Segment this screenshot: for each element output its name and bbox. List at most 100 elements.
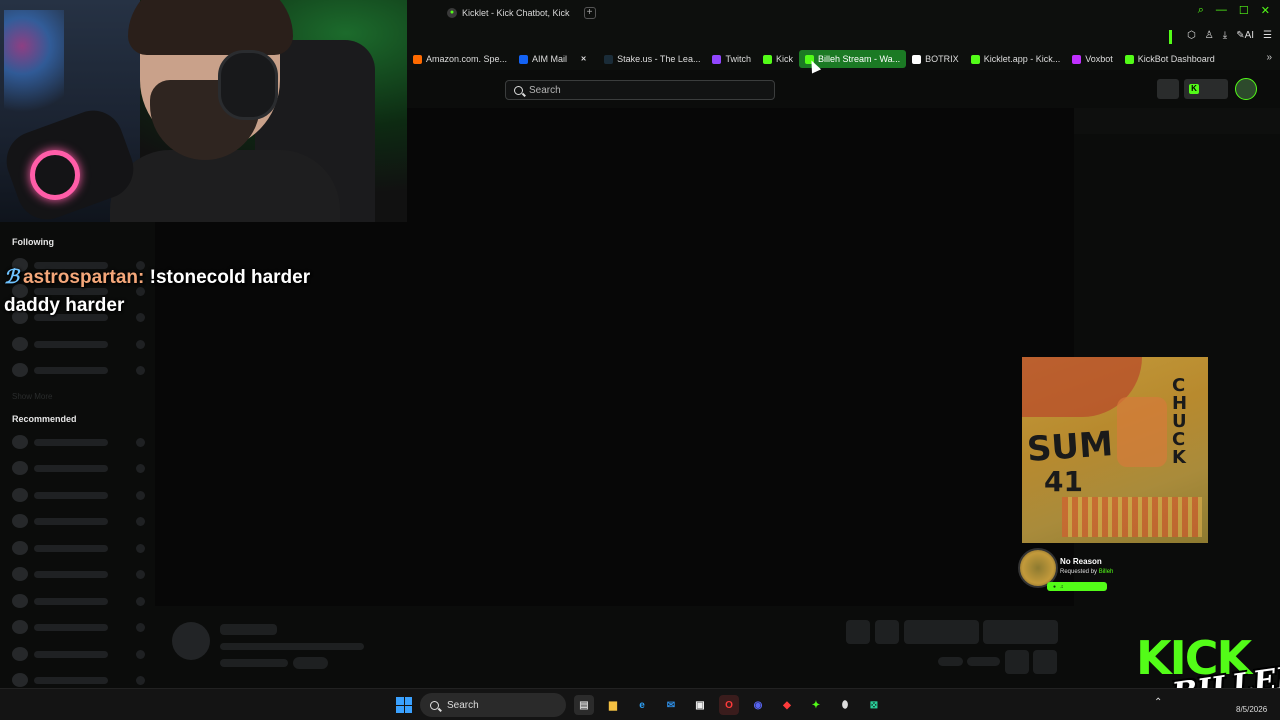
bookmark-label: Voxbot <box>1085 54 1113 64</box>
header-button[interactable] <box>1157 79 1179 99</box>
mouse-app-icon[interactable]: ⬮ <box>835 695 855 715</box>
kick-icon[interactable]: ✦ <box>806 695 826 715</box>
close-button[interactable]: ✕ <box>1261 4 1270 17</box>
headset <box>218 50 278 120</box>
discord-icon[interactable]: ◉ <box>748 695 768 715</box>
kick-header: Search K <box>407 70 1280 108</box>
bookmark-label: BOTRIX <box>925 54 959 64</box>
streamer-avatar[interactable] <box>172 622 210 660</box>
sidebar-channel-skeleton[interactable] <box>12 594 147 608</box>
file-explorer-icon[interactable]: ▆ <box>603 695 623 715</box>
chat-badge: ℬ <box>4 267 19 288</box>
search-icon <box>514 85 523 95</box>
browser-tab[interactable]: ● Kicklet - Kick Chatbot, Kick <box>437 0 580 25</box>
sidebar-channel-skeleton[interactable] <box>12 620 147 634</box>
bookmark-label: Kicklet.app - Kick... <box>983 54 1061 64</box>
edge-icon[interactable]: e <box>632 695 652 715</box>
extensions-icon[interactable]: ⬡ <box>1187 30 1196 41</box>
following-heading: Following <box>12 237 54 247</box>
play-icon: ● <box>1053 583 1057 590</box>
minimize-button[interactable]: — <box>1216 4 1227 17</box>
maximize-button[interactable]: ☐ <box>1239 4 1249 17</box>
bookmark-item[interactable]: Kick <box>757 50 799 68</box>
bookmark-item[interactable]: Amazon.com. Spe... <box>407 50 513 68</box>
twitch-icon <box>712 54 722 64</box>
stream-info <box>155 606 1074 688</box>
bookmark-label: Kick <box>775 54 793 64</box>
progress-bar: ● ♫ <box>1047 582 1107 591</box>
browser-titlebar: ● Kicklet - Kick Chatbot, Kick + ⌕ — ☐ ✕ <box>407 0 1280 25</box>
tray-chevron-icon[interactable]: ⌃ <box>1154 697 1162 708</box>
taskbar-search[interactable]: Search <box>420 693 566 717</box>
amazon-icon <box>413 54 422 64</box>
bookmark-label: KickBot Dashboard <box>1137 54 1215 64</box>
sidebar-channel-skeleton[interactable] <box>12 567 147 581</box>
title-skeleton <box>220 643 364 650</box>
sidebar-channel-skeleton[interactable] <box>12 363 147 377</box>
aim-icon <box>519 54 529 64</box>
task-view-icon[interactable]: ▤ <box>574 695 594 715</box>
bookmark-item[interactable]: KickBot Dashboard <box>1119 50 1221 68</box>
bookmark-label: Amazon.com. Spe... <box>426 54 508 64</box>
sidebar-channel-skeleton[interactable] <box>12 337 147 351</box>
kicklet-icon <box>970 54 980 64</box>
new-tab-button[interactable]: + <box>583 6 596 19</box>
bookmark-item[interactable]: BOTRIX <box>906 50 965 68</box>
action-button[interactable] <box>846 620 870 644</box>
webcam-overlay <box>0 0 407 222</box>
menu-icon[interactable]: ☰ <box>1263 30 1272 41</box>
search-tabs-icon[interactable]: ⌕ <box>1198 4 1204 17</box>
opera-gx-icon[interactable]: O <box>719 695 739 715</box>
recommended-heading: Recommended <box>12 414 77 424</box>
clock[interactable]: 8/5/2026 <box>1236 705 1267 714</box>
subscribe-button[interactable] <box>983 620 1058 644</box>
bookmark-item[interactable]: Twitch <box>706 50 757 68</box>
show-more-link[interactable]: Show More <box>12 392 52 401</box>
bookmark-item[interactable]: Kicklet.app - Kick... <box>965 50 1067 68</box>
follow-button[interactable] <box>904 620 979 644</box>
app-icon[interactable]: ◆ <box>777 695 797 715</box>
screen: ● Kicklet - Kick Chatbot, Kick + ⌕ — ☐ ✕… <box>0 0 1280 720</box>
music-icon: ♫ <box>1060 583 1064 590</box>
sidebar-channel-skeleton[interactable] <box>12 514 147 528</box>
sidebar-channel-skeleton[interactable] <box>12 673 147 687</box>
ai-button[interactable]: ✎AI <box>1236 30 1254 41</box>
download-icon[interactable]: ⤓ <box>1223 30 1227 41</box>
sidebar-indicator <box>1169 30 1172 44</box>
stake-icon <box>604 54 614 64</box>
action-button[interactable] <box>1005 650 1029 674</box>
search-input[interactable]: Search <box>505 80 775 100</box>
action-button[interactable] <box>1033 650 1057 674</box>
bookmark-item[interactable]: Stake.us - The Lea... <box>598 50 706 68</box>
kick-points-button[interactable]: K <box>1184 79 1228 99</box>
store-icon[interactable]: ▣ <box>690 695 710 715</box>
start-button[interactable] <box>396 697 412 713</box>
sidebar-channel-skeleton[interactable] <box>12 461 147 475</box>
bookmarks-overflow-icon[interactable]: » <box>1266 52 1272 63</box>
requested-by: Requested by Billeh <box>1060 569 1114 575</box>
kick-icon <box>762 54 772 64</box>
avatar[interactable] <box>1235 78 1257 100</box>
action-button[interactable] <box>875 620 899 644</box>
bookmark-item[interactable]: Voxbot <box>1066 50 1119 68</box>
bookmark-label: Billeh Stream - Wa... <box>817 54 901 64</box>
now-playing-widget: No Reason Requested by Billeh ● ♫ <box>1018 548 1280 592</box>
sidebar-channel-skeleton[interactable] <box>12 488 147 502</box>
streamer-name-skeleton <box>220 624 277 635</box>
voxbot-icon <box>1072 54 1082 64</box>
botrix-icon <box>912 54 922 64</box>
outlook-icon[interactable]: ✉ <box>661 695 681 715</box>
search-icon <box>430 700 439 710</box>
excel-icon[interactable]: ⊠ <box>864 695 884 715</box>
sidebar-channel-skeleton[interactable] <box>12 435 147 449</box>
bookmark-label: Stake.us - The Lea... <box>617 54 701 64</box>
profile-icon[interactable]: ♙ <box>1205 30 1214 41</box>
sidebar-channel-skeleton[interactable] <box>12 647 147 661</box>
windows-taskbar: Search ▤ ▆ e ✉ ▣ O ◉ ◆ ✦ ⬮ ⊠ ⌃ 8/5/2026 <box>0 688 1280 720</box>
chat-message: ℬastrospartan: !stonecold harder daddy h… <box>4 264 324 320</box>
browser-toolbar: ⬡ ♙ ⤓ ✎AI ☰ <box>407 25 1280 48</box>
bookmark-item[interactable]: AIM Mail <box>513 50 573 68</box>
tab-title: Kicklet - Kick Chatbot, Kick <box>462 7 570 18</box>
sidebar-channel-skeleton[interactable] <box>12 541 147 555</box>
bookmark-item[interactable]: ✕ <box>573 50 598 68</box>
